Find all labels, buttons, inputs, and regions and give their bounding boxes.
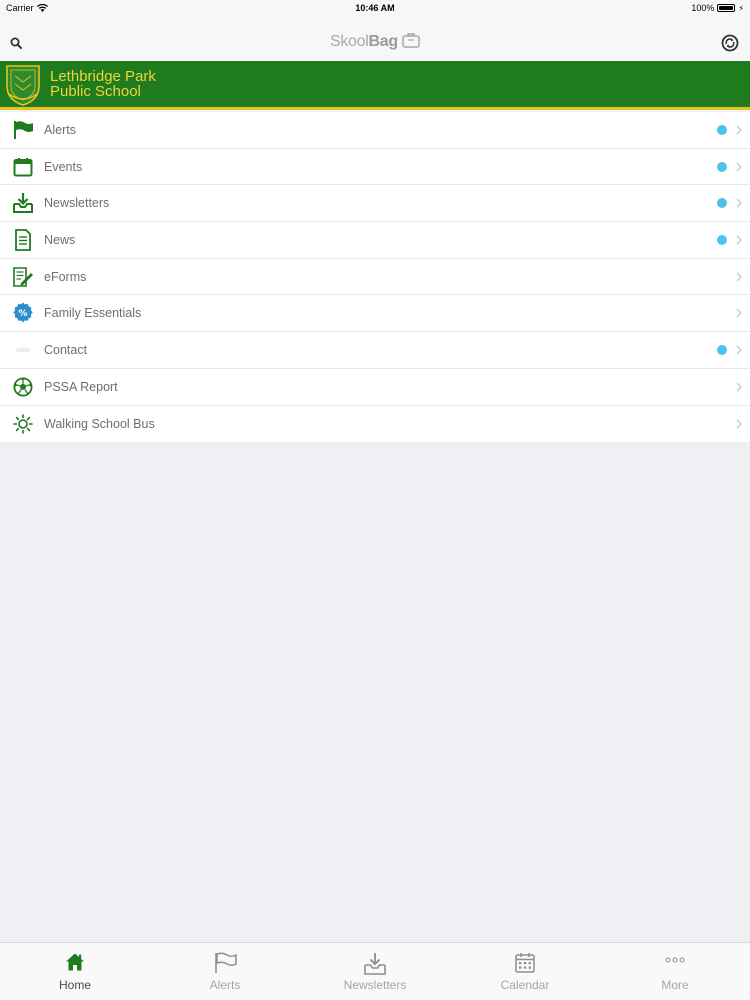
home-icon xyxy=(0,952,150,972)
unread-badge xyxy=(717,198,727,209)
menu-item-walking-school-bus[interactable]: Walking School Bus xyxy=(0,406,750,443)
sync-button[interactable] xyxy=(721,34,739,57)
tab-newsletters[interactable]: Newsletters xyxy=(300,943,450,1000)
bag-logo-icon xyxy=(402,33,420,48)
contact-icon xyxy=(12,339,34,361)
tab-label: Home xyxy=(58,978,91,992)
menu-label: eForms xyxy=(44,269,87,284)
tab-more[interactable]: More xyxy=(600,943,750,1000)
school-crest xyxy=(5,64,41,111)
soccer-ball-icon xyxy=(12,376,34,398)
tab-label: Alerts xyxy=(209,978,241,992)
menu-label: Events xyxy=(44,159,83,174)
chevron-right-icon xyxy=(736,235,742,245)
flag-icon xyxy=(150,952,300,974)
menu-label: Alerts xyxy=(44,122,76,137)
tab-calendar[interactable]: Calendar xyxy=(450,943,600,1000)
menu-label: Walking School Bus xyxy=(44,416,155,431)
more-dots-icon xyxy=(600,952,750,974)
nav-bar: SkoolBag xyxy=(0,16,750,61)
chevron-right-icon xyxy=(736,345,742,355)
status-time: 10:46 AM xyxy=(355,3,395,13)
sync-icon xyxy=(721,34,739,52)
menu-label: PSSA Report xyxy=(44,379,118,394)
menu-label: Family Essentials xyxy=(44,306,142,321)
main-menu-list: Alerts Events Newsletters News eForms % … xyxy=(0,112,750,443)
chevron-right-icon xyxy=(736,198,742,208)
svg-text:%: % xyxy=(18,308,27,319)
chevron-right-icon xyxy=(736,272,742,282)
flag-icon xyxy=(12,119,34,141)
charging-icon: ⚡ xyxy=(738,3,744,13)
inbox-download-icon xyxy=(300,952,450,976)
tab-label: Newsletters xyxy=(343,978,407,992)
menu-item-newsletters[interactable]: Newsletters xyxy=(0,185,750,223)
menu-label: Newsletters xyxy=(44,196,110,211)
tab-alerts[interactable]: Alerts xyxy=(150,943,300,1000)
menu-label: News xyxy=(44,232,76,247)
chevron-right-icon xyxy=(736,419,742,429)
skoolbag-logo: SkoolBag xyxy=(0,32,750,51)
school-name-line2: Public School xyxy=(50,83,141,100)
menu-item-events[interactable]: Events xyxy=(0,149,750,186)
calendar-icon xyxy=(12,156,34,178)
form-pencil-icon xyxy=(12,266,34,288)
school-name-line1: Lethbridge Park xyxy=(50,68,156,85)
logo-text-bold: Bag xyxy=(368,33,399,50)
calendar-icon xyxy=(450,952,600,974)
menu-item-alerts[interactable]: Alerts xyxy=(0,112,750,149)
logo-text-light: Skool xyxy=(329,33,369,50)
unread-badge xyxy=(717,161,727,172)
chevron-right-icon xyxy=(736,162,742,171)
menu-item-pssa-report[interactable]: PSSA Report xyxy=(0,369,750,406)
unread-badge xyxy=(717,344,727,355)
school-name: Lethbridge Park Public School xyxy=(50,69,156,99)
document-icon xyxy=(12,229,34,251)
chevron-right-icon xyxy=(736,382,742,392)
battery-indicator: 100% ⚡ xyxy=(691,3,744,13)
menu-item-news[interactable]: News xyxy=(0,222,750,259)
chevron-right-icon xyxy=(736,308,742,318)
menu-label: Contact xyxy=(44,342,88,357)
battery-icon xyxy=(717,4,736,12)
sun-icon xyxy=(12,413,34,435)
inbox-download-icon xyxy=(12,192,34,214)
status-bar: Carrier 10:46 AM 100% ⚡ xyxy=(0,0,750,16)
bottom-tab-bar: Home Alerts Newsletters Calendar More xyxy=(0,942,750,1000)
school-crest-icon xyxy=(6,65,40,106)
unread-badge xyxy=(717,124,727,135)
school-header-banner: Lethbridge Park Public School xyxy=(0,61,750,110)
menu-item-contact[interactable]: Contact xyxy=(0,332,750,369)
menu-item-family-essentials[interactable]: % Family Essentials xyxy=(0,295,750,333)
menu-item-eforms[interactable]: eForms xyxy=(0,259,750,296)
chevron-right-icon xyxy=(736,125,742,135)
unread-badge xyxy=(717,234,727,245)
battery-percent: 100% xyxy=(691,3,715,13)
tab-home[interactable]: Home xyxy=(0,943,150,1000)
tab-label: Calendar xyxy=(500,978,550,992)
tab-label: More xyxy=(661,978,689,992)
percent-badge-icon: % xyxy=(12,302,34,324)
